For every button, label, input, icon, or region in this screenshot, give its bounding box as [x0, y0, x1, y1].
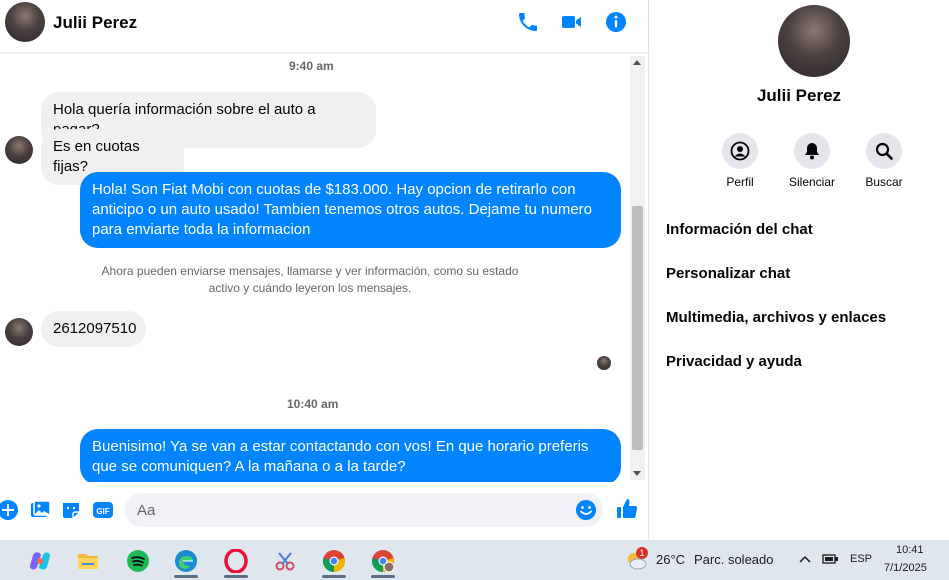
- scroll-down-arrow[interactable]: [633, 471, 641, 476]
- chat-header: Julii Perez: [0, 0, 648, 52]
- menu-media-files-links[interactable]: Multimedia, archivos y enlaces: [666, 309, 946, 326]
- person-icon[interactable]: [722, 133, 758, 169]
- contact-avatar[interactable]: [5, 2, 45, 42]
- clock-date[interactable]: 7/1/2025: [884, 562, 927, 574]
- scrollbar[interactable]: [630, 56, 645, 480]
- snipping-tool-icon[interactable]: [265, 544, 305, 578]
- action-label: Buscar: [865, 175, 903, 189]
- taskbar: 1 26°C Parc. soleado ESP 10:41 7/1/2025: [0, 540, 949, 580]
- weather-temp[interactable]: 26°C: [656, 552, 685, 567]
- system-notice: Ahora pueden enviarse mensajes, llamarse…: [101, 264, 519, 295]
- seen-indicator-avatar: [597, 356, 611, 370]
- composer: GIF: [0, 484, 648, 538]
- spotify-icon[interactable]: [118, 544, 158, 578]
- message-list[interactable]: 9:40 am Hola quería información sobre el…: [0, 52, 628, 482]
- info-icon[interactable]: [604, 10, 628, 34]
- file-explorer-icon[interactable]: [68, 544, 108, 578]
- search-action[interactable]: Buscar: [849, 133, 919, 189]
- action-label: Perfil: [726, 175, 754, 189]
- clock-time[interactable]: 10:41: [896, 544, 924, 556]
- chrome-profile-icon[interactable]: [363, 544, 403, 578]
- phone-icon[interactable]: [516, 10, 540, 34]
- message-input[interactable]: [125, 493, 603, 527]
- scrollbar-thumb[interactable]: [632, 206, 643, 450]
- edge-icon[interactable]: [166, 544, 206, 578]
- search-icon[interactable]: [866, 133, 902, 169]
- menu-chat-info[interactable]: Información del chat: [666, 221, 946, 238]
- plus-icon[interactable]: [0, 499, 19, 521]
- menu-privacy-help[interactable]: Privacidad y ayuda: [666, 353, 946, 370]
- chevron-up-icon[interactable]: [798, 553, 812, 565]
- weather-desc[interactable]: Parc. soleado: [694, 552, 774, 567]
- video-icon[interactable]: [560, 10, 584, 34]
- sticker-icon[interactable]: [60, 499, 82, 521]
- timestamp: 9:40 am: [289, 59, 334, 73]
- chat-info-panel: Julii Perez Perfil Silenciar Buscar Info…: [649, 0, 949, 540]
- network-icon[interactable]: [822, 552, 840, 566]
- bell-icon[interactable]: [794, 133, 830, 169]
- chat-pane: Julii Perez 9:40 am Hola quería informac…: [0, 0, 648, 540]
- scroll-up-arrow[interactable]: [633, 60, 641, 65]
- copilot-icon[interactable]: [20, 544, 60, 578]
- message-incoming[interactable]: 2612097510: [41, 311, 146, 347]
- menu-customize-chat[interactable]: Personalizar chat: [666, 265, 946, 282]
- opera-icon[interactable]: [216, 544, 256, 578]
- contact-name[interactable]: Julii Perez: [53, 13, 137, 33]
- message-outgoing[interactable]: Buenisimo! Ya se van a estar contactando…: [80, 429, 621, 482]
- like-icon[interactable]: [615, 497, 639, 521]
- timestamp: 10:40 am: [287, 397, 339, 411]
- profile-avatar[interactable]: [778, 5, 850, 77]
- sender-avatar: [5, 318, 33, 346]
- emoji-icon[interactable]: [575, 499, 597, 521]
- language-indicator[interactable]: ESP: [850, 553, 872, 565]
- sender-avatar: [5, 136, 33, 164]
- weather-badge: 1: [636, 547, 648, 559]
- gif-icon[interactable]: GIF: [92, 499, 114, 521]
- action-label: Silenciar: [788, 175, 836, 189]
- image-icon[interactable]: [29, 499, 51, 521]
- message-outgoing[interactable]: Hola! Son Fiat Mobi con cuotas de $183.0…: [80, 172, 621, 248]
- mute-action[interactable]: Silenciar: [777, 133, 847, 189]
- chrome-icon[interactable]: [314, 544, 354, 578]
- svg-text:GIF: GIF: [96, 507, 109, 516]
- profile-name: Julii Perez: [756, 86, 842, 105]
- profile-action[interactable]: Perfil: [705, 133, 775, 189]
